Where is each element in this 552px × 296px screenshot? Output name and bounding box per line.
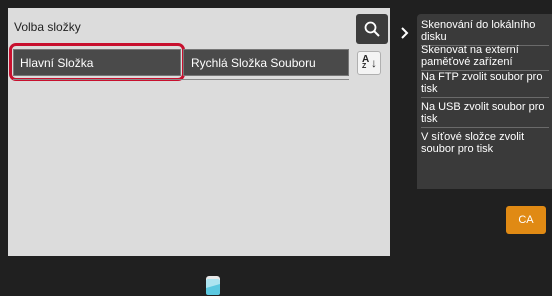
action-ftp-print[interactable]: Na FTP zvolit soubor pro tisk bbox=[421, 71, 549, 98]
screen: Volba složky Hlavní Složka Rychlá Složka… bbox=[0, 0, 552, 296]
sort-az-icon-z: Z bbox=[362, 63, 367, 70]
sort-arrow-icon: ↓ bbox=[371, 56, 377, 70]
search-icon bbox=[364, 21, 380, 37]
action-scan-to-external-memory[interactable]: Skenovat na externí paměťové zařízení bbox=[421, 44, 549, 71]
tab-quick-file-folder[interactable]: Rychlá Složka Souboru bbox=[183, 49, 349, 76]
toner-level-icon bbox=[206, 276, 220, 295]
tab-quick-file-folder-label: Rychlá Složka Souboru bbox=[191, 56, 316, 70]
ca-button[interactable]: CA bbox=[506, 206, 546, 234]
tab-main-folder[interactable]: Hlavní Složka bbox=[9, 43, 185, 81]
action-panel: Skenování do lokálního disku Skenovat na… bbox=[417, 14, 552, 189]
tab-main-folder-label: Hlavní Složka bbox=[20, 56, 94, 70]
folder-select-panel: Volba složky Hlavní Složka Rychlá Složka… bbox=[8, 8, 390, 256]
tab-divider bbox=[13, 79, 349, 80]
action-network-folder-print[interactable]: V síťové složce zvolit soubor pro tisk bbox=[421, 131, 549, 157]
sort-button[interactable]: A Z ↓ bbox=[357, 51, 381, 75]
panel-title: Volba složky bbox=[14, 20, 81, 34]
chevron-right-icon[interactable] bbox=[398, 26, 412, 40]
action-usb-print[interactable]: Na USB zvolit soubor pro tisk bbox=[421, 101, 549, 128]
action-scan-to-local-drive[interactable]: Skenování do lokálního disku bbox=[421, 19, 549, 46]
search-button[interactable] bbox=[356, 14, 388, 44]
